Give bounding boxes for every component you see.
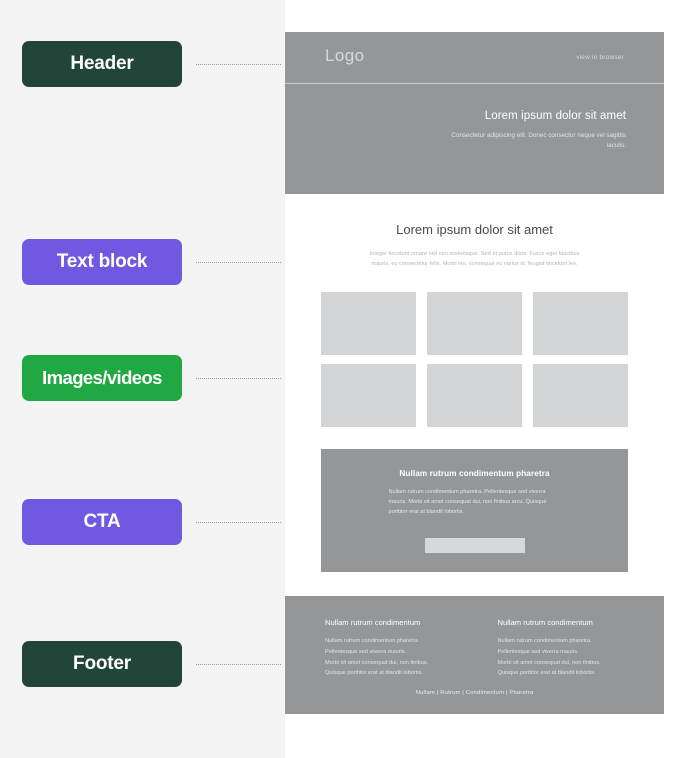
annotation-connector-line [196,63,281,65]
annotation-label-text: Header [70,53,134,74]
footer-links[interactable]: Nullam | Rutrum | Condimentum | Pharetra [285,690,664,696]
annotation-label-text: CTA [83,511,121,532]
mockup-header-section: Logo view in browser [285,32,664,84]
text-block-title: Lorem ipsum dolor sit amet [396,222,553,237]
footer-column-line: Quisque porttitor erat at blandit lobort… [325,670,423,677]
annotation-row: Header [0,41,285,87]
annotation-row: Text block [0,239,285,285]
footer-column-body: Nullam rutrum condimentum pharetra. Pelle… [325,636,452,680]
annotation-connector-line [196,377,281,379]
footer-column: Nullam rutrum condimentum Nullam rutrum c… [325,618,452,680]
cta-title: Nullam rutrum condimentum pharetra [399,468,550,478]
annotation-label-column: Header Text block Images/videos CTA Footer [0,0,285,758]
image-placeholder-5 [427,363,522,427]
footer-column-line: Pellentesque sed viverra mauris. [325,648,407,655]
image-placeholder-3 [533,291,628,355]
footer-column-line: Quisque porttitor erat at blandit lobort… [497,670,596,677]
image-placeholder-2 [427,291,522,355]
text-block-body: Integer tincidunt ornare nisl non sceler… [369,251,580,268]
annotation-label-text: Text block [56,251,148,272]
footer-column-title: Nullam rutrum condimentum [497,617,593,627]
image-placeholder-4 [321,363,416,427]
footer-column: Nullam rutrum condimentum Nullam rutrum c… [498,618,625,680]
annotation-label-text-block[interactable]: Text block [22,239,182,285]
cta-body: Nullam rutrum condimentum pharetra. Pell… [388,488,547,516]
mockup-hero-section: Lorem ipsum dolor sit amet Consectetur a… [285,84,664,194]
footer-column-title: Nullam rutrum condimentum [325,617,421,627]
email-mockup-panel: Logo view in browser Lorem ipsum dolor s… [285,0,700,758]
annotation-label-footer[interactable]: Footer [22,641,182,687]
mockup-image-grid-section [285,269,664,427]
annotation-row: CTA [0,499,285,545]
annotation-label-images-videos[interactable]: Images/videos [22,355,182,401]
footer-column-line: Morbi sit amet consequat dui, non finibu… [497,659,601,666]
annotation-row: Images/videos [0,355,285,401]
footer-column-body: Nullam rutrum condimentum pharetra. Pelle… [498,636,625,680]
image-placeholder-1 [321,291,416,355]
cta-block: Nullam rutrum condimentum pharetra Nulla… [321,448,628,572]
hero-title: Lorem ipsum dolor sit amet [484,110,626,122]
annotation-label-text: Images/videos [42,367,162,388]
footer-columns: Nullam rutrum condimentum Nullam rutrum c… [285,618,664,680]
mockup-text-block-section: Lorem ipsum dolor sit amet Integer tinci… [285,194,664,270]
email-template-preview: Logo view in browser Lorem ipsum dolor s… [285,32,664,714]
image-placeholder-6 [533,363,628,427]
footer-column-line: Nullam rutrum condimentum pharetra. [497,637,592,644]
cta-button[interactable] [424,537,525,553]
logo-placeholder: Logo [325,46,365,65]
mockup-cta-section: Nullam rutrum condimentum pharetra Nulla… [285,426,664,596]
view-in-browser-link[interactable]: view in browser [576,54,624,61]
annotation-connector-line [196,521,281,523]
footer-column-line: Morbi sit amet consequat dui, non finibu… [325,659,429,666]
annotation-connector-line [196,261,281,263]
footer-column-line: Pellentesque sed viverra mauris. [497,648,579,655]
annotation-label-text: Footer [73,653,131,674]
annotation-label-header[interactable]: Header [22,41,182,87]
mockup-footer-section: Nullam rutrum condimentum Nullam rutrum c… [285,595,664,714]
footer-column-line: Nullam rutrum condimentum pharetra. [325,637,420,644]
hero-body: Consectetur adipiscing elit. Donec conse… [451,132,626,150]
annotation-connector-line [196,663,281,665]
annotation-row: Footer [0,641,285,687]
annotation-label-cta[interactable]: CTA [22,499,182,545]
